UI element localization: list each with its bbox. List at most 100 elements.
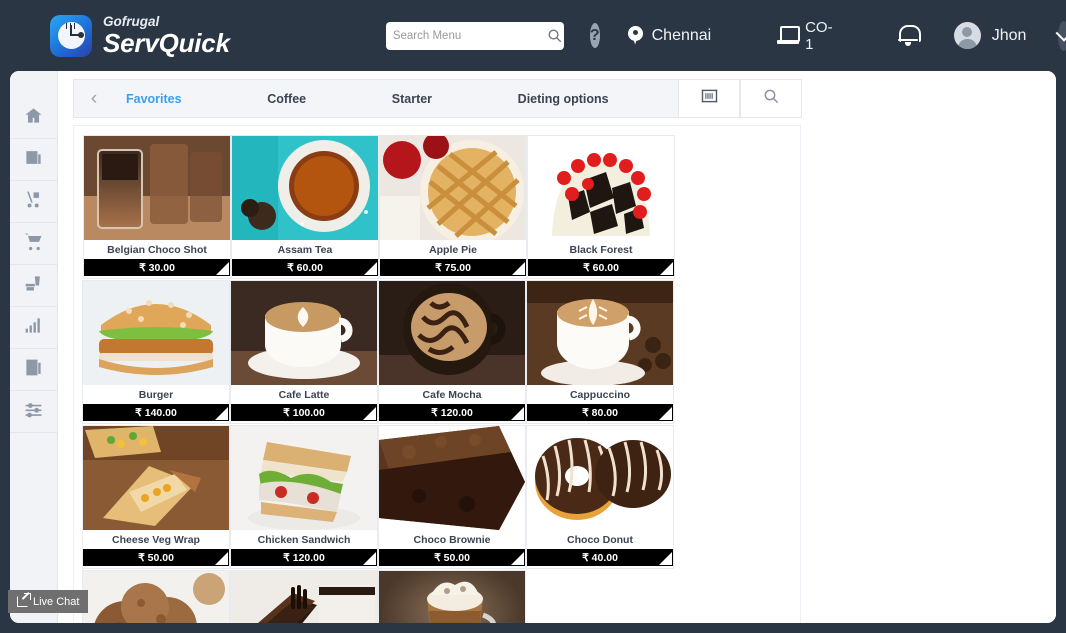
menu-search-button[interactable] xyxy=(740,79,802,118)
product-image-cold-coffee xyxy=(379,571,525,623)
product-price: ₹ 30.00 xyxy=(139,261,175,274)
product-price-bar: ₹ 100.00 xyxy=(231,404,377,421)
product-price-bar: ₹ 50.00 xyxy=(83,549,229,566)
product-card[interactable]: Cheese Veg Wrap ₹ 50.00 xyxy=(82,425,230,569)
logo-tines xyxy=(65,23,76,29)
tab-favorites[interactable]: Favorites xyxy=(126,92,182,106)
sidebar-item-reports[interactable] xyxy=(10,307,57,349)
app-shell: ‹ Favorites Coffee Starter Dieting optio… xyxy=(10,71,1056,623)
price-corner-marker xyxy=(363,552,376,565)
product-card[interactable]: Black Forest ₹ 60.00 xyxy=(527,135,675,279)
sidebar-item-food-order[interactable] xyxy=(10,265,57,307)
product-image-choco-donut xyxy=(527,426,673,530)
product-price-bar: ₹ 140.00 xyxy=(83,404,229,421)
user-menu[interactable]: Jhon xyxy=(953,22,1026,49)
product-image-cafe-latte xyxy=(231,281,377,385)
search-icon xyxy=(763,88,779,109)
product-image-cheese-veg-wrap xyxy=(83,426,229,530)
sidebar-item-register[interactable] xyxy=(10,349,57,391)
live-chat-button[interactable]: Live Chat xyxy=(8,590,89,613)
product-grid-panel: Belgian Choco Shot ₹ 30.00 Assam Tea ₹ 60.… xyxy=(73,125,801,623)
main-content: ‹ Favorites Coffee Starter Dieting optio… xyxy=(58,71,1056,623)
product-price: ₹ 50.00 xyxy=(434,551,470,564)
live-chat-label: Live Chat xyxy=(33,595,80,608)
product-card[interactable]: Chicken Sandwich ₹ 120.00 xyxy=(230,425,378,569)
location-label: Chennai xyxy=(651,26,712,44)
terminal-indicator[interactable]: CO-1 xyxy=(777,19,836,53)
search-menu-box[interactable] xyxy=(385,21,564,50)
sidebar-item-settings[interactable] xyxy=(10,391,57,433)
product-price: ₹ 50.00 xyxy=(138,551,174,564)
product-price: ₹ 80.00 xyxy=(582,406,618,419)
clock-fork-glyph xyxy=(57,22,85,49)
top-header-bar: Gofrugal ServQuick ? Chennai CO-1 Jhon xyxy=(0,0,1066,71)
barcode-icon xyxy=(701,89,718,108)
price-corner-marker xyxy=(215,407,228,420)
product-name: Cappuccino xyxy=(527,385,673,404)
product-price-bar: ₹ 40.00 xyxy=(527,549,673,566)
product-card[interactable]: Cold Coffee₹ 120.00 xyxy=(378,570,526,623)
newspaper-icon xyxy=(24,148,43,172)
tab-coffee[interactable]: Coffee xyxy=(267,92,306,106)
product-image-chicken-sandwich xyxy=(231,426,377,530)
brand-title: ServQuick xyxy=(103,28,230,58)
product-card[interactable]: Belgian Choco Shot ₹ 30.00 xyxy=(83,135,231,279)
product-image-chocolate-ice-cream xyxy=(83,571,229,623)
product-image-cappuccino xyxy=(527,281,673,385)
sidebar-item-cart[interactable] xyxy=(10,223,57,265)
product-name: Assam Tea xyxy=(232,240,378,259)
search-icon[interactable] xyxy=(547,28,562,43)
product-card[interactable]: Chocolate Truffle₹ 60.00 xyxy=(230,570,378,623)
search-input[interactable] xyxy=(392,29,547,42)
price-corner-marker xyxy=(512,262,525,275)
product-card[interactable]: Cafe Mocha ₹ 120.00 xyxy=(378,280,526,424)
product-card[interactable]: Apple Pie ₹ 75.00 xyxy=(379,135,527,279)
product-card[interactable]: Burger ₹ 140.00 xyxy=(82,280,230,424)
home-icon xyxy=(24,106,43,130)
product-price-bar: ₹ 80.00 xyxy=(527,404,673,421)
logo-dot xyxy=(77,32,84,38)
barcode-scan-button[interactable] xyxy=(678,79,740,118)
location-selector[interactable]: Chennai xyxy=(627,25,712,46)
product-price-bar: ₹ 60.00 xyxy=(232,259,378,276)
product-name: Belgian Choco Shot xyxy=(84,240,230,259)
tabbar-prev-arrow[interactable]: ‹ xyxy=(74,88,114,110)
product-name: Chicken Sandwich xyxy=(231,530,377,549)
chevron-down-icon[interactable] xyxy=(1058,20,1066,51)
tab-starter[interactable]: Starter xyxy=(392,92,432,106)
product-card[interactable]: Choco Brownie ₹ 50.00 xyxy=(378,425,526,569)
product-price: ₹ 40.00 xyxy=(582,551,618,564)
product-card[interactable]: Assam Tea ₹ 60.00 xyxy=(231,135,379,279)
product-card[interactable]: Choco Donut ₹ 40.00 xyxy=(526,425,674,569)
terminal-icon xyxy=(777,26,801,45)
product-image-black-forest xyxy=(528,136,674,240)
product-image-burger xyxy=(83,281,229,385)
product-price: ₹ 60.00 xyxy=(287,261,323,274)
product-grid: Belgian Choco Shot ₹ 30.00 Assam Tea ₹ 60.… xyxy=(82,135,795,623)
product-name: Cafe Mocha xyxy=(379,385,525,404)
product-name: Cheese Veg Wrap xyxy=(83,530,229,549)
terminal-label: CO-1 xyxy=(805,18,833,53)
product-card[interactable]: Cafe Latte ₹ 100.00 xyxy=(230,280,378,424)
product-price: ₹ 120.00 xyxy=(283,551,325,564)
price-corner-marker xyxy=(511,407,524,420)
product-card[interactable]: Chocolate Ice Cream₹ 80.00 xyxy=(82,570,230,623)
price-corner-marker xyxy=(660,262,673,275)
sidebar-item-delivery[interactable] xyxy=(10,181,57,223)
sidebar-item-home[interactable] xyxy=(10,97,57,139)
product-name: Apple Pie xyxy=(380,240,526,259)
sidebar-item-billing[interactable] xyxy=(10,139,57,181)
product-card[interactable]: Cappuccino ₹ 80.00 xyxy=(526,280,674,424)
calculator-icon xyxy=(24,358,43,382)
tab-list: Favorites Coffee Starter Dieting options… xyxy=(114,92,760,106)
tab-dieting-options[interactable]: Dieting options xyxy=(518,92,609,106)
location-pin-icon xyxy=(627,25,643,46)
price-corner-marker xyxy=(363,407,376,420)
product-price: ₹ 120.00 xyxy=(431,406,473,419)
product-image-assam-tea xyxy=(232,136,378,240)
product-name: Choco Donut xyxy=(527,530,673,549)
help-button[interactable]: ? xyxy=(589,23,600,48)
product-name: Cafe Latte xyxy=(231,385,377,404)
product-price-bar: ₹ 75.00 xyxy=(380,259,526,276)
brand-logo[interactable]: Gofrugal ServQuick xyxy=(50,14,230,57)
